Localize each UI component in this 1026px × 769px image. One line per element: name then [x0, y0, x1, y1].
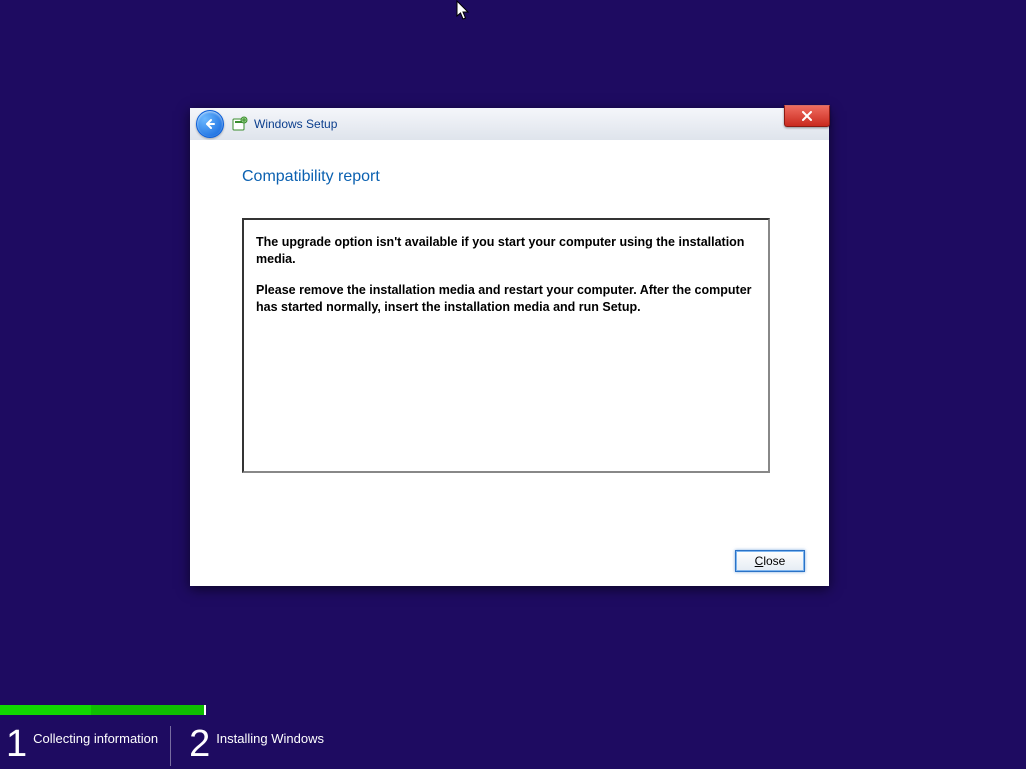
- compatibility-report-box: The upgrade option isn't available if yo…: [242, 218, 770, 473]
- step-installing-windows: 2 Installing Windows: [183, 721, 324, 763]
- report-message-1: The upgrade option isn't available if yo…: [256, 234, 756, 268]
- back-button[interactable]: [196, 110, 224, 138]
- progress-seg-1-fill: [0, 705, 91, 715]
- window-close-button[interactable]: [784, 105, 830, 127]
- titlebar: Windows Setup: [190, 108, 829, 141]
- close-button[interactable]: Close: [735, 550, 805, 572]
- progress-track: [0, 705, 1026, 715]
- report-message-2: Please remove the installation media and…: [256, 282, 756, 316]
- setup-icon: [232, 116, 248, 132]
- install-steps: 1 Collecting information 2 Installing Wi…: [0, 715, 1026, 769]
- step-1-label: Collecting information: [33, 731, 158, 746]
- progress-seg-2: [206, 705, 1026, 715]
- step-1-number: 1: [6, 725, 27, 763]
- close-icon: [801, 111, 813, 121]
- windows-setup-dialog: Windows Setup Compatibility report The u…: [190, 108, 829, 586]
- step-collecting-info: 1 Collecting information: [0, 721, 158, 763]
- dialog-title: Windows Setup: [254, 117, 337, 131]
- step-2-number: 2: [189, 725, 210, 763]
- step-2-label: Installing Windows: [216, 731, 324, 746]
- compatibility-heading: Compatibility report: [242, 168, 829, 186]
- mouse-cursor: [456, 0, 472, 27]
- step-separator: [170, 726, 171, 766]
- install-progress-bar: 1 Collecting information 2 Installing Wi…: [0, 705, 1026, 769]
- back-arrow-icon: [203, 117, 217, 131]
- dialog-content: Compatibility report The upgrade option …: [190, 140, 829, 586]
- close-button-label-rest: lose: [763, 554, 785, 568]
